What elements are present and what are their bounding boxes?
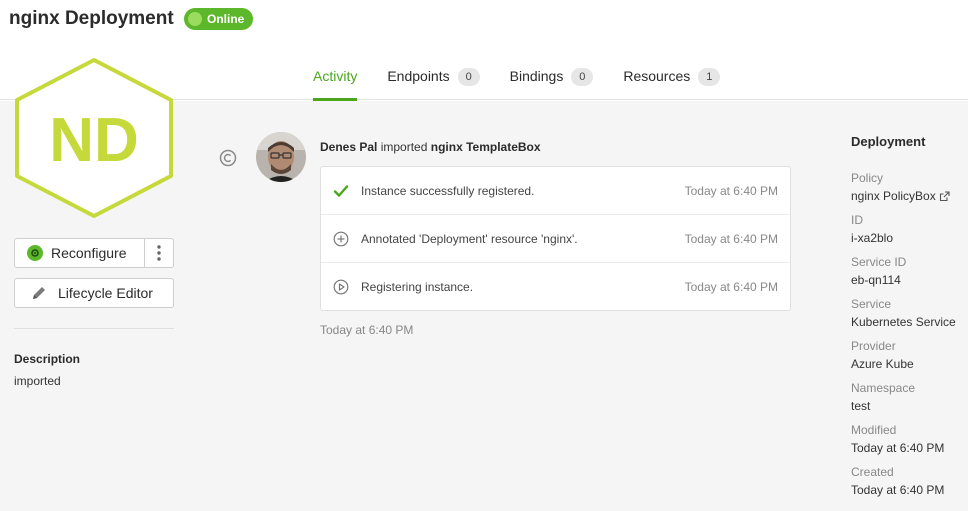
list-item: Instance successfully registered. Today … [321,167,790,215]
id-value: i-xa2blo [851,231,894,245]
tab-count-badge: 1 [698,68,721,86]
log-text: Annotated 'Deployment' resource 'nginx'. [361,232,578,246]
description-value: imported [14,374,61,388]
namespace-label: Namespace [851,381,916,395]
tab-endpoints[interactable]: Endpoints 0 [387,60,480,101]
external-link-icon [939,190,950,201]
id-label: ID [851,213,863,227]
page: nginx Deployment Online Activity Endpoin… [0,0,968,511]
log-time: Today at 6:40 PM [684,280,778,294]
status-dot-icon [188,12,202,26]
sidebar-divider [14,328,174,329]
activity-log: Instance successfully registered. Today … [320,166,791,311]
activity-timestamp: Today at 6:40 PM [320,323,414,337]
details-title: Deployment [851,134,926,149]
provider-label: Provider [851,339,896,353]
modified-label: Modified [851,423,897,437]
activity-user: Denes Pal [320,140,378,154]
reconfigure-button-group: Reconfigure [14,238,174,268]
tab-bar: Activity Endpoints 0 Bindings 0 Resource… [313,60,750,101]
lifecycle-editor-button[interactable]: Lifecycle Editor [14,278,174,308]
activity-verb: imported [380,140,428,154]
page-title: nginx Deployment [9,8,174,29]
lifecycle-editor-label: Lifecycle Editor [58,285,153,301]
gear-icon [27,245,43,261]
check-icon [333,185,349,197]
tab-label: Activity [313,68,358,84]
log-time: Today at 6:40 PM [684,232,778,246]
tab-bindings[interactable]: Bindings 0 [510,60,594,101]
policy-link-text: nginx PolicyBox [851,189,936,203]
service-id-label: Service ID [851,255,907,269]
service-id-value: eb-qn114 [851,273,901,287]
service-value: Kubernetes Service [851,315,956,329]
policy-label: Policy [851,171,884,185]
status-badge: Online [184,8,254,30]
service-label: Service [851,297,892,311]
tab-count-badge: 0 [571,68,594,86]
tab-label: Resources [623,68,691,84]
log-text: Instance successfully registered. [361,184,535,198]
list-item: Registering instance. Today at 6:40 PM [321,263,790,311]
tab-resources[interactable]: Resources 1 [623,60,721,101]
log-text: Registering instance. [361,280,474,294]
tab-count-badge: 0 [457,68,480,86]
pencil-icon [33,287,45,299]
status-label: Online [207,12,245,26]
log-time: Today at 6:40 PM [684,184,778,198]
logo-initials: ND [49,106,139,175]
reconfigure-button[interactable]: Reconfigure [15,239,144,267]
policy-value[interactable]: nginx PolicyBox [851,189,950,203]
description-label: Description [14,352,81,366]
plus-circle-icon [333,231,349,247]
modified-value: Today at 6:40 PM [851,441,945,455]
tab-activity[interactable]: Activity [313,60,358,101]
activity-target: nginx TemplateBox [430,140,541,154]
policy-link[interactable]: nginx PolicyBox [851,189,950,203]
list-item: Annotated 'Deployment' resource 'nginx'.… [321,215,790,263]
reconfigure-label: Reconfigure [51,245,127,261]
created-label: Created [851,465,894,479]
play-circle-icon [333,279,349,295]
more-options-button[interactable] [144,239,173,267]
kebab-menu-icon [157,245,161,261]
deployment-logo: ND [15,58,173,218]
tab-label: Endpoints [387,68,450,84]
tab-label: Bindings [509,68,564,84]
copyright-icon [219,149,237,167]
avatar [256,132,306,182]
created-value: Today at 6:40 PM [851,483,945,497]
namespace-value: test [851,399,871,413]
activity-header: Denes Pal imported nginx TemplateBox [320,140,541,154]
provider-value: Azure Kube [851,357,914,371]
